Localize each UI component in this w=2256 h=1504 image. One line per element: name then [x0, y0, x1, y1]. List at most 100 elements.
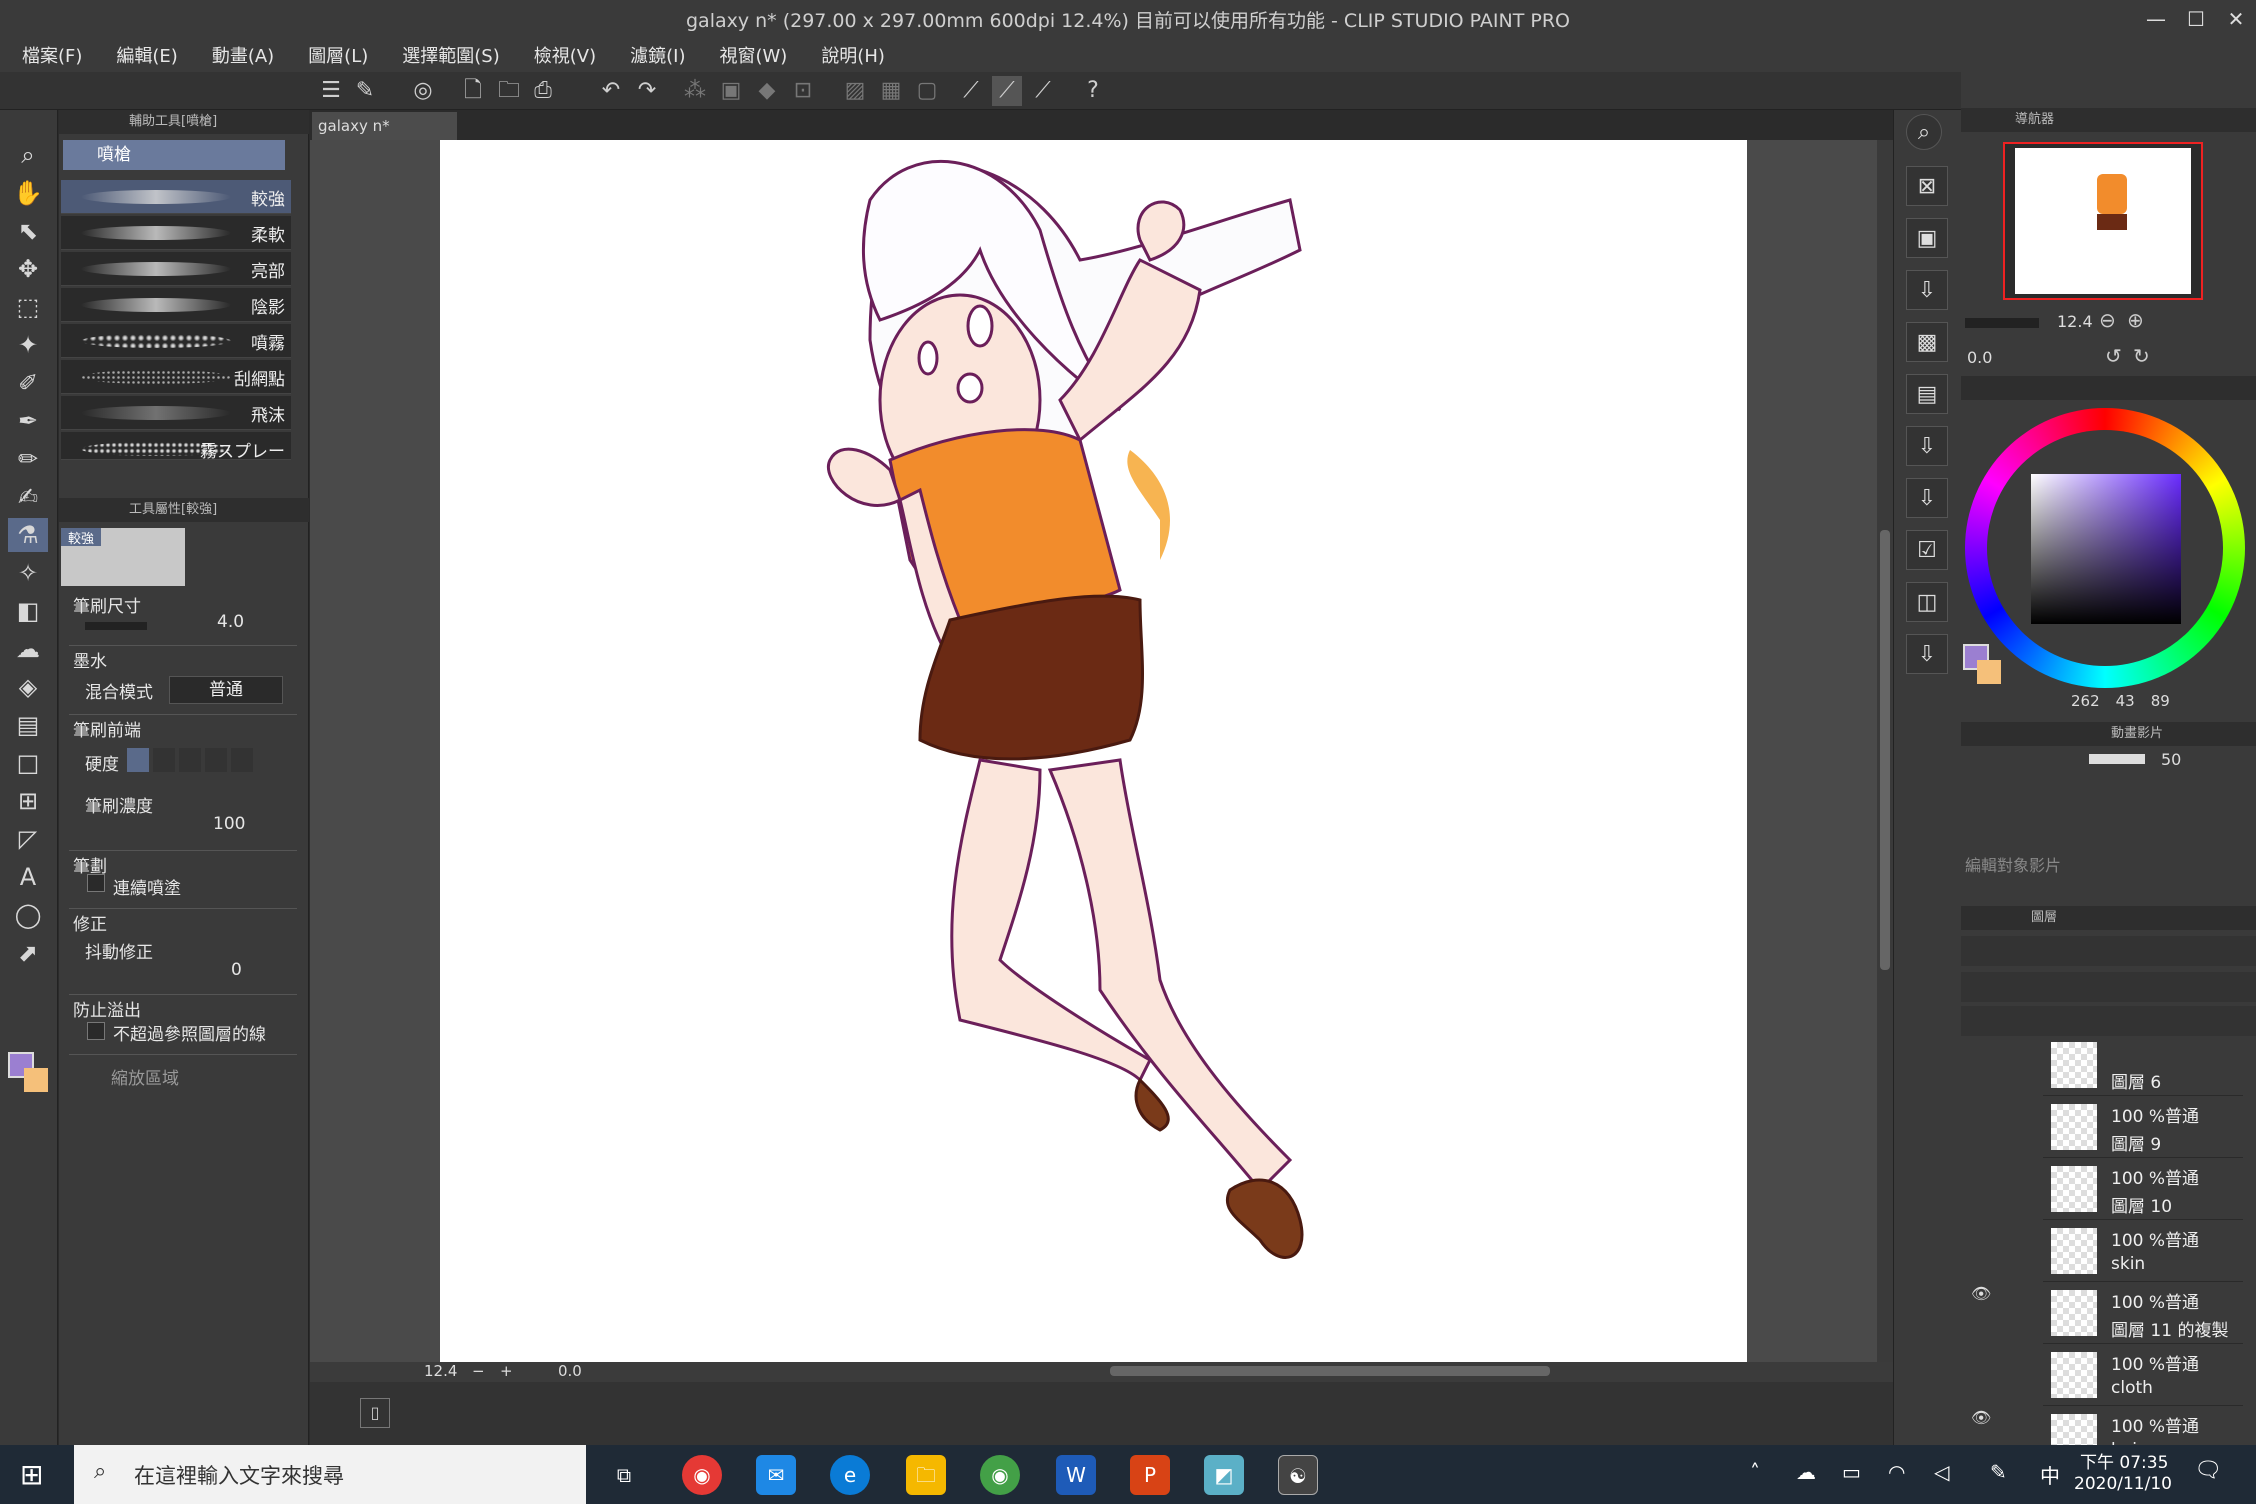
onedrive-icon[interactable]: ☁ — [1796, 1460, 1816, 1484]
download-icon[interactable]: ⇩ — [1906, 270, 1948, 310]
windows-start-icon[interactable]: ⊞ — [20, 1458, 43, 1491]
layer-row[interactable]: 100 %普通 圖層 10 — [2043, 1160, 2243, 1220]
ime-indicator[interactable]: 中 — [2040, 1460, 2060, 1489]
color-hue-ring[interactable] — [1965, 408, 2245, 688]
clock-time[interactable]: 下午 07:35 — [2080, 1448, 2168, 1473]
brush-item[interactable]: 刮網點 — [61, 360, 291, 394]
download-icon[interactable]: ⇩ — [1906, 634, 1948, 674]
chrome-icon[interactable]: ◉ — [682, 1455, 722, 1495]
brightness-value[interactable]: 89 — [2151, 692, 2170, 710]
menu-select[interactable]: 選擇範圍(S) — [402, 42, 499, 68]
ruler-tool-icon[interactable]: ◸ — [8, 822, 48, 856]
brush-item[interactable]: 柔軟 — [61, 216, 291, 250]
layer-row[interactable]: 100 %普通hair — [2043, 1408, 2243, 1445]
density-value[interactable]: 100 — [213, 814, 245, 834]
zoom-out-icon[interactable]: − — [472, 1362, 485, 1380]
eye-icon[interactable]: 👁 — [1971, 1284, 1991, 1303]
brush-item[interactable]: 飛沫 — [61, 396, 291, 430]
menu-filter[interactable]: 濾鏡(I) — [630, 42, 685, 68]
canvas-vertical-scrollbar[interactable] — [1877, 140, 1893, 1362]
pen-icon[interactable]: ✎ — [1990, 1460, 2007, 1484]
panel-toggle-icon[interactable]: ▯ — [360, 1398, 390, 1428]
stabilize-value[interactable]: 0 — [231, 960, 242, 980]
zoom-in-icon[interactable]: + — [500, 1362, 513, 1380]
zoom-in-icon[interactable]: ⊕ — [2127, 308, 2144, 332]
brush-size-slider[interactable] — [85, 622, 147, 630]
canvas-zoom-value[interactable]: 12.4 — [424, 1362, 457, 1380]
zoom-out-icon[interactable]: ⊖ — [2099, 308, 2116, 332]
material-icon[interactable]: ▣ — [1906, 218, 1948, 258]
rotate-right-icon[interactable]: ↻ — [2133, 344, 2150, 368]
layer-row[interactable]: 100 %普通 skin — [2043, 1222, 2243, 1282]
menu-animation[interactable]: 動畫(A) — [212, 42, 274, 68]
color-sv-square[interactable] — [2031, 474, 2181, 624]
sub-color-swatch[interactable] — [24, 1068, 48, 1092]
volume-icon[interactable]: ◁ — [1934, 1460, 1949, 1484]
layer-row[interactable]: 圖層 6 — [2043, 1040, 2243, 1096]
undo-icon[interactable]: ↶ — [596, 76, 626, 106]
help-icon[interactable]: ? — [1078, 76, 1108, 106]
notification-icon[interactable]: 🗨 — [2194, 1458, 2222, 1483]
eyedropper-icon[interactable]: ✐ — [8, 366, 48, 400]
select-icon[interactable]: ⁂ — [680, 76, 710, 106]
menu-window[interactable]: 視窗(W) — [719, 42, 787, 68]
material-icon[interactable]: ☑ — [1906, 530, 1948, 570]
saturation-value[interactable]: 43 — [2116, 692, 2135, 710]
text-tool-icon[interactable]: A — [8, 860, 48, 894]
save-icon[interactable]: ⎙ — [528, 76, 558, 106]
canvas-paper[interactable] — [440, 140, 1747, 1362]
navigator-zoom-slider[interactable] — [1965, 318, 2039, 328]
clip-studio-icon[interactable]: ☯ — [1278, 1455, 1318, 1495]
airbrush-tool-icon[interactable]: ⚗ — [8, 518, 48, 552]
pencil-tool-icon[interactable]: ✏ — [8, 442, 48, 476]
navigator-zoom-value[interactable]: 12.4 — [2057, 312, 2093, 331]
crop-icon[interactable]: ⊡ — [788, 76, 818, 106]
selection-tool-icon[interactable]: ⬚ — [8, 290, 48, 324]
clear-outside-icon[interactable]: ▦ — [876, 76, 906, 106]
continuous-checkbox[interactable] — [87, 874, 105, 892]
auto-select-icon[interactable]: ✦ — [8, 328, 48, 362]
layer-row[interactable]: 100 %普通 圖層 11 的複製 — [2043, 1284, 2243, 1344]
wifi-icon[interactable]: ◠ — [1888, 1460, 1905, 1484]
powerpoint-icon[interactable]: P — [1130, 1455, 1170, 1495]
material-icon[interactable]: ▤ — [1906, 374, 1948, 414]
eraser-tool-icon[interactable]: ◧ — [8, 594, 48, 628]
search-icon[interactable]: ⌕ — [1906, 114, 1942, 150]
file-explorer-icon[interactable]: 🗀 — [906, 1455, 946, 1495]
brush-item[interactable]: 亮部 — [61, 252, 291, 286]
download-icon[interactable]: ⇩ — [1906, 478, 1948, 518]
brush-item[interactable]: 較強 — [61, 180, 291, 214]
frame-icon[interactable]: ▢ — [912, 76, 942, 106]
deselect-icon[interactable]: ▣ — [716, 76, 746, 106]
menu-help[interactable]: 說明(H) — [821, 42, 885, 68]
edit-icon[interactable]: ✎ — [350, 76, 380, 106]
minimize-button[interactable]: — — [2136, 0, 2176, 38]
clock-date[interactable]: 2020/11/10 — [2074, 1474, 2172, 1494]
hand-tool-icon[interactable]: ✋ — [8, 176, 48, 210]
menu-edit[interactable]: 編輯(E) — [116, 42, 177, 68]
battery-icon[interactable]: ▭ — [1842, 1460, 1861, 1484]
subtool-group-tab[interactable]: 噴槍 — [63, 140, 285, 170]
rotate-left-icon[interactable]: ↺ — [2105, 344, 2122, 368]
grid-snap-icon[interactable]: ⟋ — [1028, 76, 1058, 106]
material-icon[interactable]: ⊠ — [1906, 166, 1948, 206]
brush-item[interactable]: 霧スプレー — [61, 432, 291, 460]
onion-slider[interactable] — [2089, 754, 2145, 764]
ruler-snap-icon[interactable]: ⟋ — [956, 76, 986, 106]
pen-tool-icon[interactable]: ✒ — [8, 404, 48, 438]
clear-icon[interactable]: ▨ — [840, 76, 870, 106]
download-icon[interactable]: ⇩ — [1906, 426, 1948, 466]
frame-border-icon[interactable]: ⊞ — [8, 784, 48, 818]
fill-icon[interactable]: ◆ — [752, 76, 782, 106]
open-folder-icon[interactable]: 🗀 — [494, 76, 524, 106]
decoration-tool-icon[interactable]: ✧ — [8, 556, 48, 590]
task-view-icon[interactable]: ⧉ — [604, 1455, 644, 1495]
document-tab[interactable]: galaxy n* — [312, 112, 457, 140]
sub-color-swatch[interactable] — [1977, 660, 2001, 684]
taskbar-search[interactable]: ⌕ 在這裡輸入文字來搜尋 — [74, 1445, 586, 1504]
chrome-icon[interactable]: ◉ — [980, 1455, 1020, 1495]
canvas-horizontal-scrollbar[interactable] — [1110, 1366, 1550, 1376]
gradient-tool-icon[interactable]: ▤ — [8, 708, 48, 742]
word-icon[interactable]: W — [1056, 1455, 1096, 1495]
spiral-icon[interactable]: ◎ — [408, 76, 438, 106]
